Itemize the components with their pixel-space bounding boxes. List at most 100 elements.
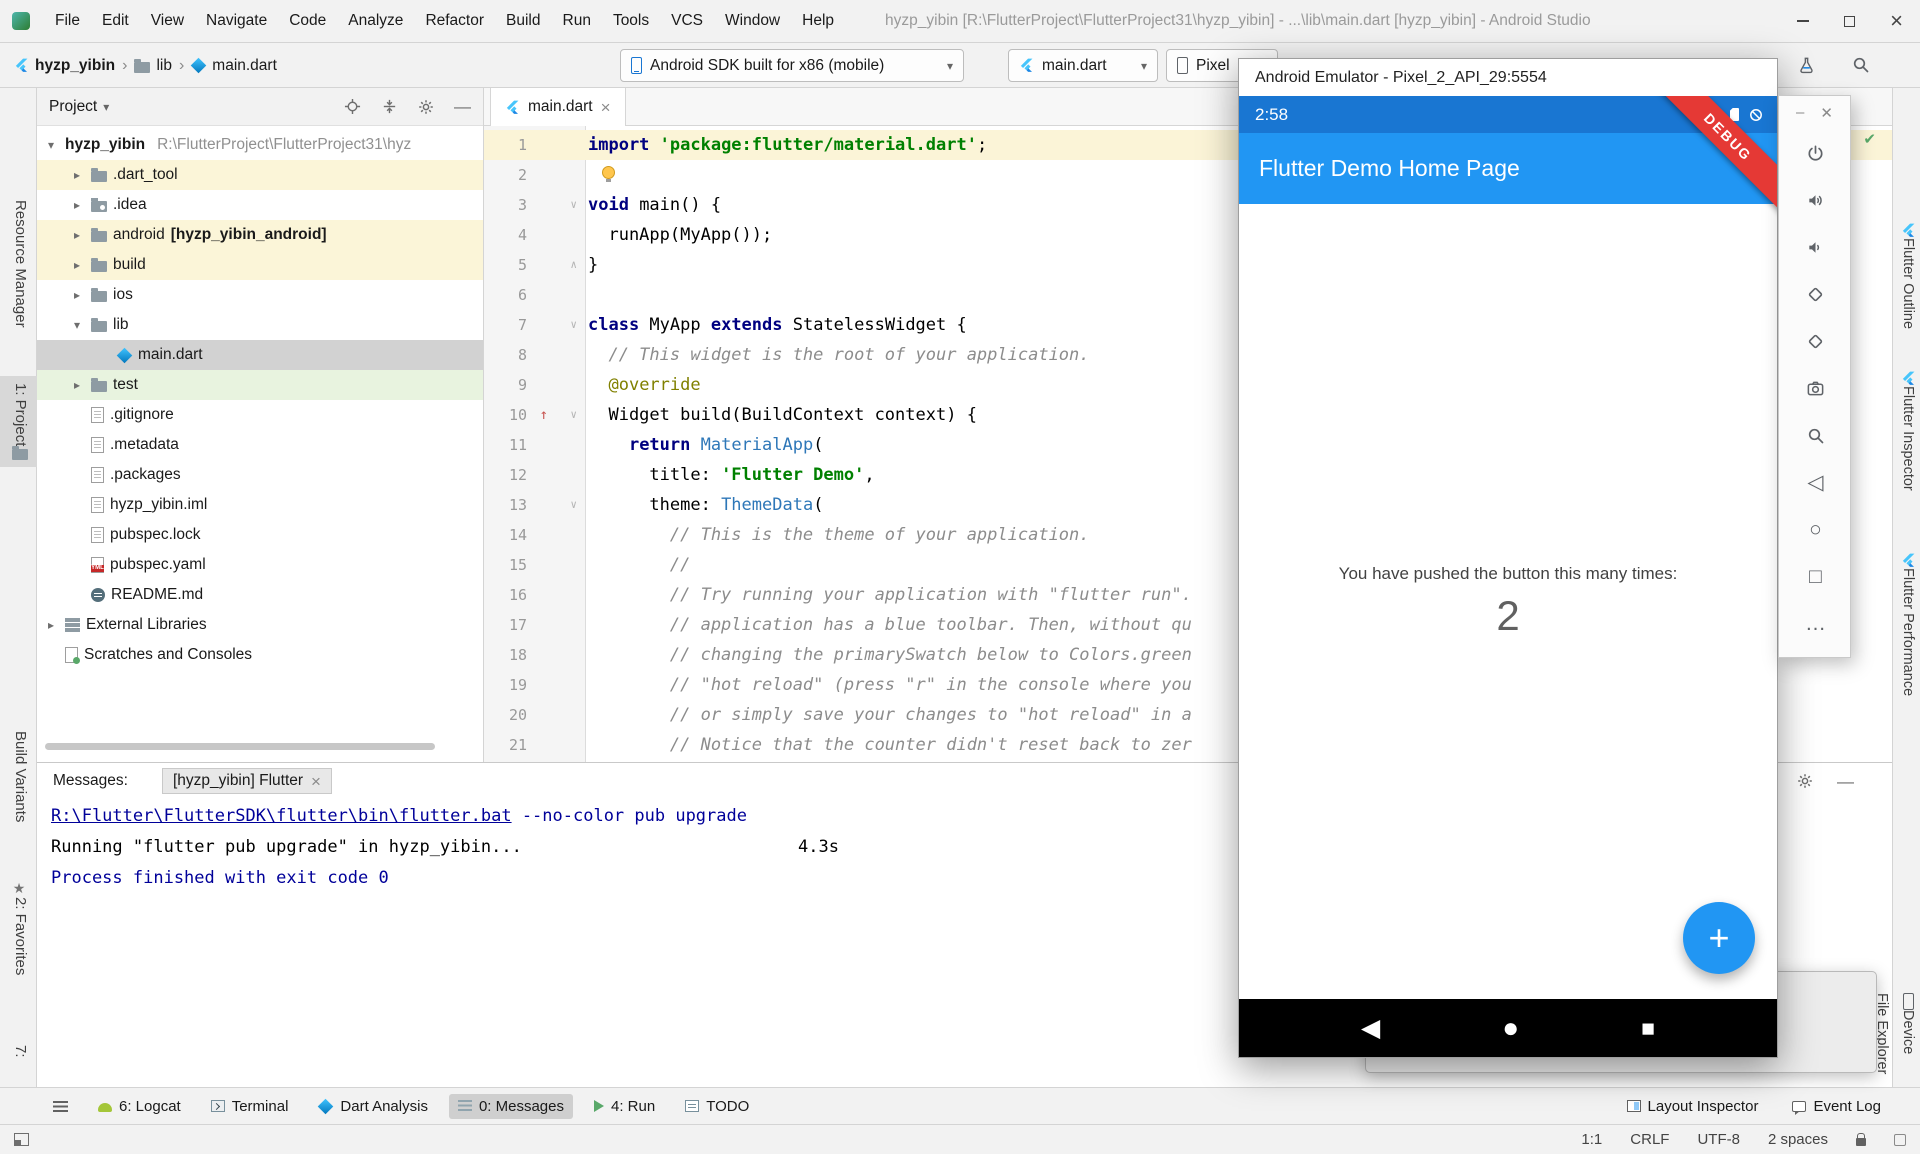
project-view-selector[interactable]: Project	[49, 98, 97, 116]
android-home-button[interactable]: ●	[1502, 1012, 1519, 1044]
menu-run[interactable]: Run	[552, 0, 602, 42]
expand-arrow-icon[interactable]: ▸	[69, 258, 85, 272]
lock-icon[interactable]	[1856, 1138, 1866, 1146]
toolwindow-button-terminal[interactable]: Terminal	[202, 1094, 298, 1119]
tree-item-metadata[interactable]: .metadata	[37, 430, 483, 460]
collapse-arrow-icon[interactable]: ▾	[43, 138, 59, 152]
back-button[interactable]: ◁	[1779, 459, 1852, 506]
run-config-selector[interactable]: main.dart ▾	[1008, 49, 1158, 82]
stripe-tab-flutter-outline[interactable]: Flutter Outline	[1893, 216, 1920, 336]
menu-help[interactable]: Help	[791, 0, 845, 42]
fab-add-button[interactable]: +	[1683, 902, 1755, 974]
menu-code[interactable]: Code	[278, 0, 337, 42]
expand-arrow-icon[interactable]: ▸	[69, 198, 85, 212]
menu-tools[interactable]: Tools	[602, 0, 660, 42]
status-1-1[interactable]: 1:1	[1581, 1131, 1602, 1148]
emulator-title[interactable]: Android Emulator - Pixel_2_API_29:5554	[1239, 59, 1777, 96]
expand-arrow-icon[interactable]: ▸	[69, 168, 85, 182]
expand-arrow-icon[interactable]: ▸	[69, 378, 85, 392]
breadcrumb-item-main-dart[interactable]: main.dart	[191, 57, 277, 75]
toolwindow-button-event-log[interactable]: Event Log	[1783, 1094, 1890, 1119]
overview-button[interactable]: □	[1779, 553, 1852, 600]
toolwindow-button-dart-analysis[interactable]: Dart Analysis	[309, 1094, 437, 1119]
hide-panel-icon[interactable]: —	[454, 98, 471, 115]
close-button[interactable]: ×	[1873, 0, 1920, 42]
menu-view[interactable]: View	[140, 0, 195, 42]
menu-vcs[interactable]: VCS	[660, 0, 714, 42]
minimize-button[interactable]	[1779, 0, 1826, 42]
toolwindow-menu-button[interactable]	[44, 1097, 77, 1116]
stripe-tab-2-favorites[interactable]: ★2: Favorites	[0, 874, 37, 982]
tree-item-hyzp-yibin[interactable]: ▾hyzp_yibinR:\FlutterProject\FlutterProj…	[37, 130, 483, 160]
console-file-link[interactable]: R:\Flutter\FlutterSDK\flutter\bin\flutte…	[51, 806, 512, 826]
home-button[interactable]: ○	[1779, 506, 1852, 553]
camera-button[interactable]	[1779, 365, 1852, 412]
menu-navigate[interactable]: Navigate	[195, 0, 278, 42]
tree-item-test[interactable]: ▸test	[37, 370, 483, 400]
menu-build[interactable]: Build	[495, 0, 551, 42]
tree-item-main-dart[interactable]: main.dart	[37, 340, 483, 370]
toolwindow-button-0-messages[interactable]: 0: Messages	[449, 1094, 573, 1119]
maximize-button[interactable]	[1826, 0, 1873, 42]
fold-down-icon[interactable]: ∨	[570, 310, 577, 340]
fold-up-icon[interactable]: ∧	[570, 250, 577, 280]
stripe-tab-resource-manager[interactable]: Resource Manager	[0, 193, 37, 335]
tree-item-pubspec-yaml[interactable]: pubspec.yaml	[37, 550, 483, 580]
tree-item-gitignore[interactable]: .gitignore	[37, 400, 483, 430]
android-back-button[interactable]: ◀	[1361, 1013, 1380, 1043]
toolwindow-button-layout-inspector[interactable]: Layout Inspector	[1618, 1094, 1768, 1119]
gear-icon[interactable]	[1797, 773, 1813, 789]
tree-item-pubspec-lock[interactable]: pubspec.lock	[37, 520, 483, 550]
inspections-ok-icon[interactable]: ✔	[1863, 130, 1876, 148]
menu-window[interactable]: Window	[714, 0, 791, 42]
tree-item-idea[interactable]: ▸.idea	[37, 190, 483, 220]
toolwindow-button-6-logcat[interactable]: 6: Logcat	[89, 1094, 190, 1119]
stripe-tab-device-file-explorer[interactable]: Device File Explorer	[1893, 986, 1920, 1087]
power-button[interactable]	[1779, 130, 1852, 177]
device-selector[interactable]: Android SDK built for x86 (mobile) ▾	[620, 49, 964, 82]
profiler-icon[interactable]	[1798, 56, 1815, 79]
expand-arrow-icon[interactable]: ▸	[69, 288, 85, 302]
menu-edit[interactable]: Edit	[91, 0, 140, 42]
tool-window-toggle-icon[interactable]	[14, 1133, 29, 1146]
fold-down-icon[interactable]: ∨	[570, 190, 577, 220]
volume-up-button[interactable]	[1779, 177, 1852, 224]
android-overview-button[interactable]: ■	[1641, 1015, 1655, 1042]
rotate-left-button[interactable]	[1779, 271, 1852, 318]
breadcrumb-item-lib[interactable]: lib	[134, 57, 172, 75]
tree-item-lib[interactable]: ▾lib	[37, 310, 483, 340]
minimize-button[interactable]: –	[1796, 104, 1804, 122]
tree-item-build[interactable]: ▸build	[37, 250, 483, 280]
gear-icon[interactable]	[418, 99, 434, 115]
tab-flutter-messages[interactable]: [hyzp_yibin] Flutter ×	[162, 768, 332, 794]
toolwindow-button-todo[interactable]: TODO	[676, 1094, 758, 1119]
status-2-spaces[interactable]: 2 spaces	[1768, 1131, 1828, 1148]
collapse-arrow-icon[interactable]: ▾	[69, 318, 85, 332]
status-utf-8[interactable]: UTF-8	[1697, 1131, 1740, 1148]
intention-bulb-icon[interactable]	[602, 166, 615, 179]
override-marker-icon[interactable]: ↑	[540, 400, 548, 430]
toolwindow-button-4-run[interactable]: 4: Run	[585, 1094, 664, 1119]
zoom-button[interactable]	[1779, 412, 1852, 459]
stripe-tab-build-variants[interactable]: Build Variants	[0, 724, 37, 829]
menu-refactor[interactable]: Refactor	[414, 0, 495, 42]
tree-item-packages[interactable]: .packages	[37, 460, 483, 490]
tree-item-android[interactable]: ▸android [hyzp_yibin_android]	[37, 220, 483, 250]
close-icon[interactable]: ×	[601, 99, 611, 116]
locate-file-icon[interactable]	[344, 98, 361, 115]
horizontal-scrollbar[interactable]	[45, 743, 435, 750]
rotate-right-button[interactable]	[1779, 318, 1852, 365]
volume-down-button[interactable]	[1779, 224, 1852, 271]
tree-item-hyzp-yibin-iml[interactable]: hyzp_yibin.iml	[37, 490, 483, 520]
tree-item-external-libraries[interactable]: ▸External Libraries	[37, 610, 483, 640]
indicator-icon[interactable]	[1894, 1134, 1906, 1146]
menu-analyze[interactable]: Analyze	[337, 0, 414, 42]
emulator-screen[interactable]: 2:58 Flutter Demo Home Page DEBUG You ha…	[1239, 96, 1777, 1057]
stripe-tab-1-project[interactable]: 1: Project	[0, 376, 37, 467]
expand-arrow-icon[interactable]: ▸	[69, 228, 85, 242]
menu-file[interactable]: File	[44, 0, 91, 42]
close-icon[interactable]: ×	[311, 773, 321, 790]
breadcrumb-item-hyzp-yibin[interactable]: hyzp_yibin	[14, 57, 115, 75]
tree-item-scratches-and-consoles[interactable]: Scratches and Consoles	[37, 640, 483, 670]
tree-item-dart-tool[interactable]: ▸.dart_tool	[37, 160, 483, 190]
